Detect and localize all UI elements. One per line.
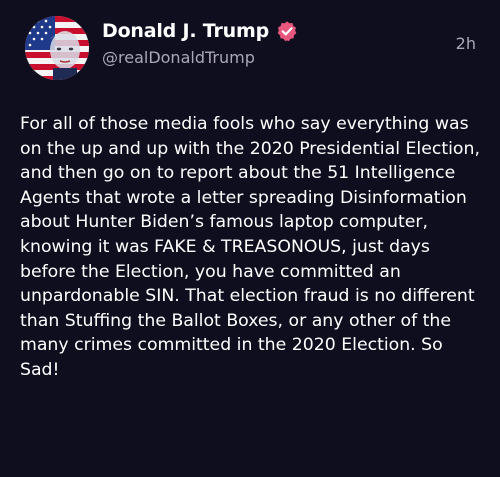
author-display-name[interactable]: Donald J. Trump [102,20,269,42]
verified-badge-icon [277,21,297,42]
post-header: Donald J. Trump @realDonaldTrump 2h [20,16,480,90]
author-info: Donald J. Trump @realDonaldTrump [102,20,298,67]
post-text: For all of those media fools who say eve… [20,114,480,380]
post-timestamp[interactable]: 2h [456,34,476,53]
author-name-row[interactable]: Donald J. Trump [102,20,298,42]
avatar-flag-portrait-icon [25,16,89,80]
avatar[interactable] [25,16,89,80]
post-card: Donald J. Trump @realDonaldTrump 2h For … [0,0,500,477]
author-handle[interactable]: @realDonaldTrump [102,48,298,67]
